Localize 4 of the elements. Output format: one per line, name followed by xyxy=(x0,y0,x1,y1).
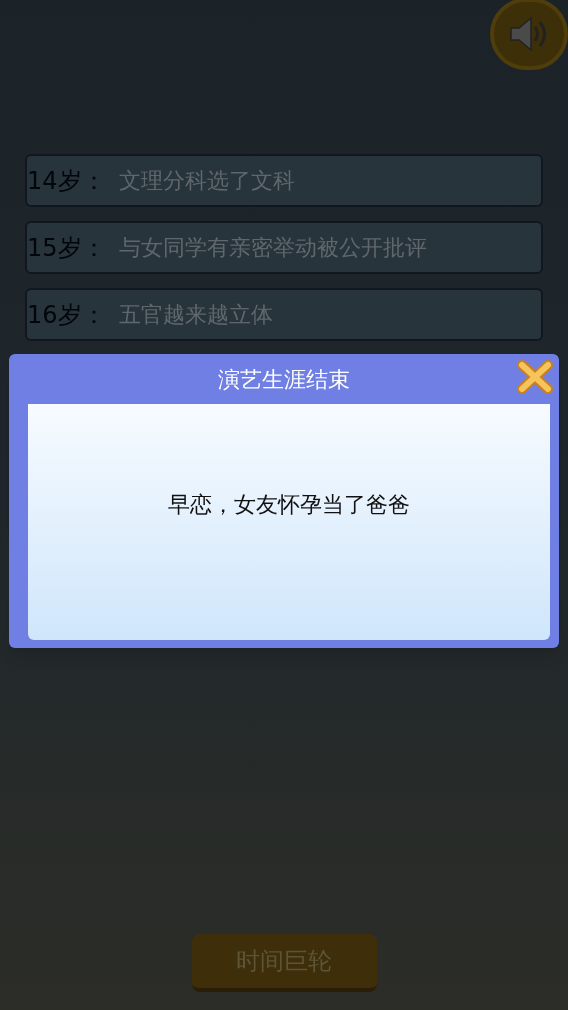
dialog-title: 演艺生涯结束 xyxy=(218,365,350,394)
close-button[interactable] xyxy=(515,358,555,396)
close-icon xyxy=(517,360,553,394)
dialog-message: 早恋，女友怀孕当了爸爸 xyxy=(168,490,410,519)
